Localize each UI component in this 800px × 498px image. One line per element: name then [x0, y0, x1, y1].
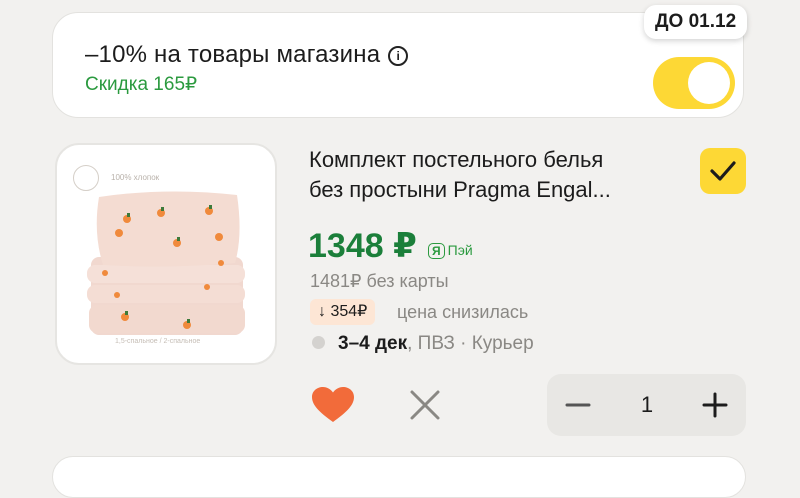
info-icon[interactable]: i [388, 46, 409, 66]
price-drop-badge: ↓ 354₽ [310, 299, 376, 325]
delivery-method: , ПВЗ · Курьер [407, 333, 534, 354]
next-card [52, 456, 746, 498]
remove-icon[interactable] [409, 389, 441, 421]
promo-toggle[interactable] [653, 57, 735, 109]
pay-badge-icon: Я [428, 243, 445, 259]
favorite-heart-icon[interactable] [311, 386, 355, 424]
promo-card: –10% на товары магазина i Скидка 165₽ [52, 12, 744, 118]
product-title-line1: Комплект постельного белья [309, 147, 604, 172]
promo-title: –10% на товары магазина i [85, 41, 409, 69]
product-title-line2: без простыни Pragma Engal... [309, 177, 611, 202]
delivery-date: 3–4 дек [338, 333, 408, 354]
product-price: 1348 ₽ [308, 227, 417, 265]
check-icon [710, 161, 736, 181]
yandex-pay-label: Я Пэй [428, 242, 473, 259]
delivery-info: 3–4 дек, ПВЗ · Курьер [312, 333, 534, 355]
image-caption-bottom: 1,5-спальное / 2-спальное [115, 338, 201, 345]
price-without-card: 1481₽ без карты [310, 271, 449, 291]
price-drop-text: цена снизилась [397, 302, 529, 322]
quantity-value: 1 [640, 392, 654, 417]
toggle-knob [688, 62, 730, 104]
quantity-stepper: 1 [547, 374, 746, 436]
promo-discount: Скидка 165₽ [85, 74, 198, 95]
delivery-dot-icon [312, 336, 325, 349]
plus-icon[interactable] [702, 392, 728, 418]
minus-icon[interactable] [565, 394, 591, 416]
bedding-illustration [87, 191, 245, 335]
promo-title-text: –10% на товары магазина [85, 41, 381, 68]
pay-text: Пэй [447, 242, 473, 258]
product-image[interactable]: 100% хлопок 1,5-спальное / 2-спальное [55, 143, 277, 365]
deadline-badge: ДО 01.12 [644, 5, 748, 39]
select-checkbox[interactable] [700, 148, 746, 194]
product-title[interactable]: Комплект постельного белья без простыни … [309, 145, 679, 205]
